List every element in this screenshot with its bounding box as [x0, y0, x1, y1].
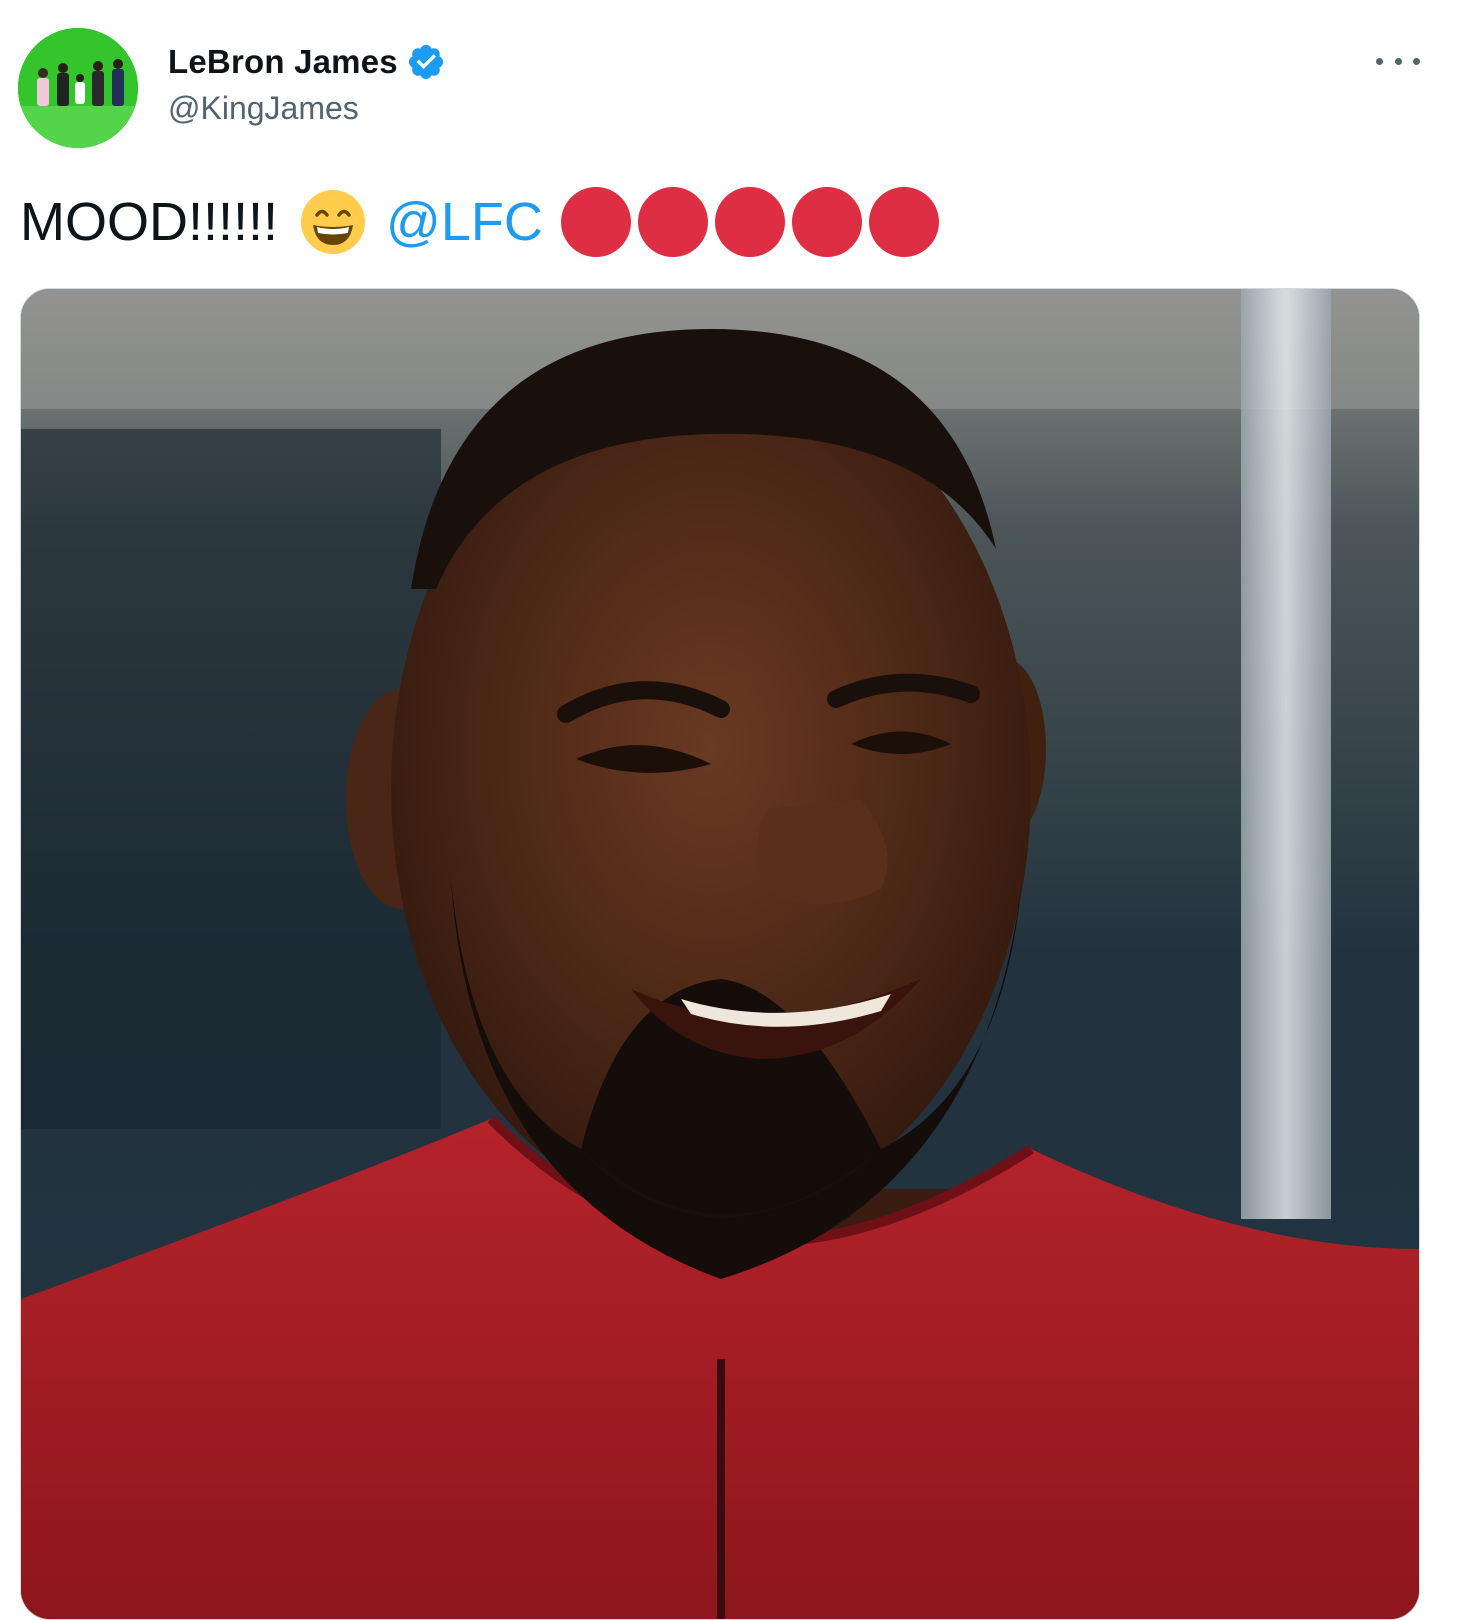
avatar[interactable] — [18, 28, 138, 148]
mention-link[interactable]: @LFC — [386, 191, 543, 253]
dot — [1376, 57, 1383, 65]
tweet-text: MOOD!!!!!! @LFC — [20, 182, 946, 262]
author-handle[interactable]: @KingJames — [168, 90, 446, 127]
name-row: LeBron James — [168, 40, 446, 84]
verified-badge-icon — [406, 42, 446, 82]
red-circle-icon — [637, 187, 708, 257]
red-circle-icon — [560, 187, 631, 257]
more-options-icon[interactable] — [1376, 48, 1420, 74]
tweet-media-photo[interactable] — [20, 288, 1420, 1620]
avatar-image — [18, 28, 138, 148]
dot — [1413, 57, 1420, 65]
tweet-text-prefix: MOOD!!!!!! — [20, 192, 279, 252]
dot — [1394, 57, 1402, 65]
red-circle-icon — [791, 187, 862, 257]
photo-image — [21, 289, 1419, 1619]
tweet[interactable]: LeBron James @KingJames MOOD!!!!!! @LFC — [0, 0, 1460, 1620]
display-name[interactable]: LeBron James — [168, 43, 398, 81]
red-circle-icon — [714, 187, 785, 257]
red-circle-emojis — [560, 187, 946, 257]
red-circle-icon — [868, 187, 939, 257]
grinning-face-emoji-icon — [300, 189, 366, 255]
author-block: LeBron James @KingJames — [168, 40, 446, 127]
